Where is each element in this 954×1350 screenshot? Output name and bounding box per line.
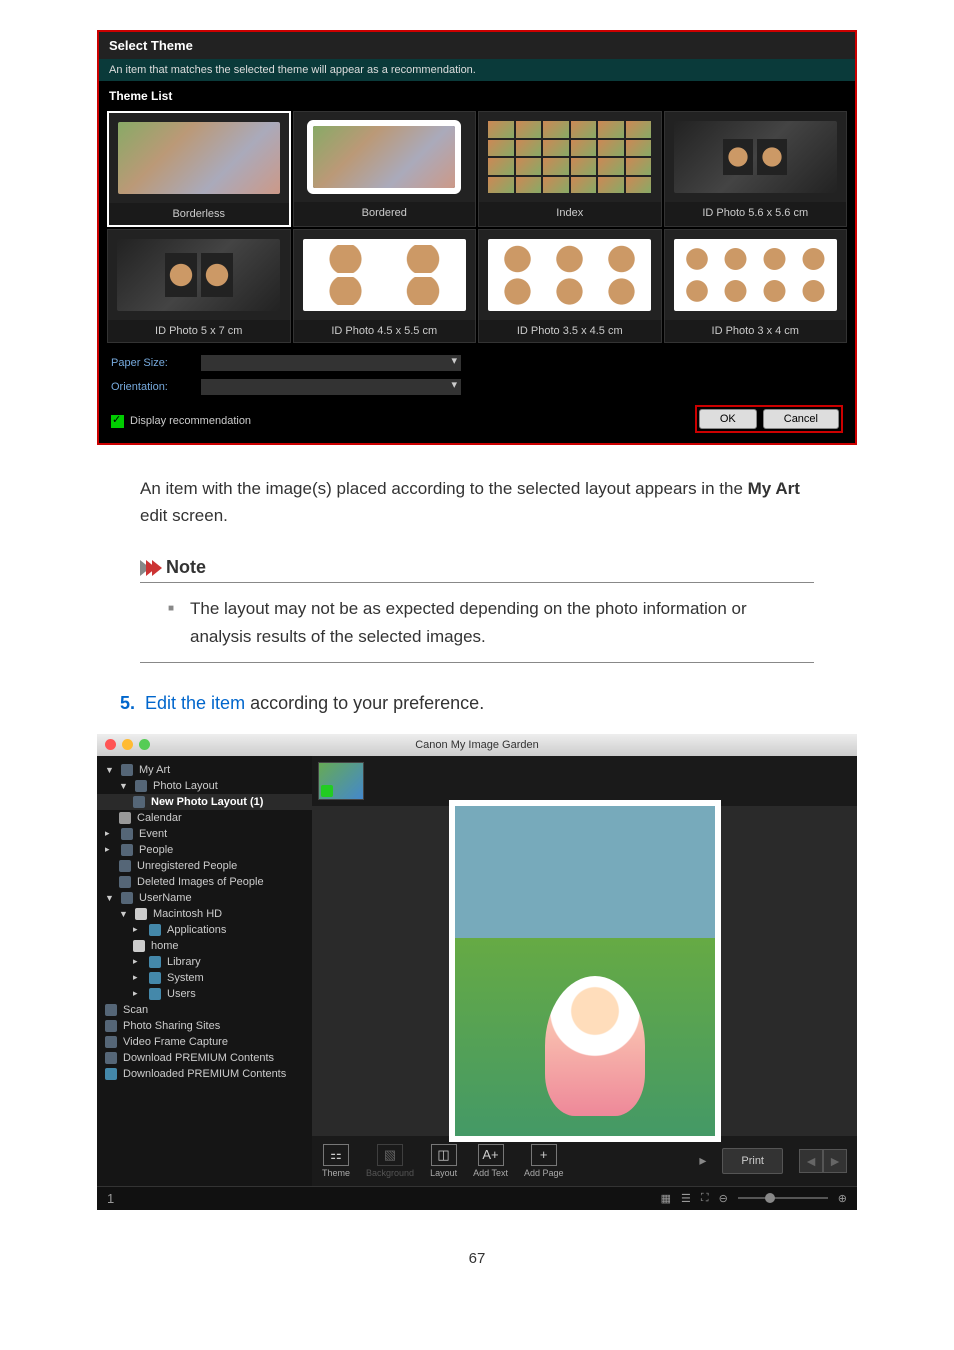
step-5: 5. Edit the item according to your prefe… xyxy=(120,693,894,714)
tree-unregistered[interactable]: Unregistered People xyxy=(97,858,312,874)
theme-bordered[interactable]: Bordered xyxy=(293,111,477,227)
toolbar: ⚏Theme ▧Background ◫Layout A+Add Text +A… xyxy=(312,1136,857,1186)
main-area: ⚏Theme ▧Background ◫Layout A+Add Text +A… xyxy=(312,756,857,1186)
add-text-tool[interactable]: A+Add Text xyxy=(473,1144,508,1178)
sidebar: ▼My Art ▼Photo Layout New Photo Layout (… xyxy=(97,756,312,1186)
theme-id45[interactable]: ID Photo 4.5 x 5.5 cm xyxy=(293,229,477,343)
theme-list-label: Theme List xyxy=(99,81,855,107)
zoom-slider[interactable] xyxy=(738,1197,828,1199)
fit-icon[interactable]: ⛶ xyxy=(701,1192,709,1205)
tree-photo-sharing[interactable]: Photo Sharing Sites xyxy=(97,1018,312,1034)
layout-tool[interactable]: ◫Layout xyxy=(430,1144,457,1178)
tree-system[interactable]: ▸System xyxy=(97,970,312,986)
next-page-button[interactable]: ► xyxy=(823,1149,847,1173)
display-rec-checkbox[interactable] xyxy=(111,415,124,428)
theme-tool[interactable]: ⚏Theme xyxy=(322,1144,350,1178)
theme-id35[interactable]: ID Photo 3.5 x 4.5 cm xyxy=(478,229,662,343)
zoom-out-icon[interactable]: ⊖ xyxy=(719,1192,728,1205)
theme-borderless[interactable]: Borderless xyxy=(107,111,291,227)
orientation-row: Orientation: xyxy=(99,375,855,399)
display-recommendation-row[interactable]: Display recommendation xyxy=(99,409,263,434)
add-page-tool[interactable]: +Add Page xyxy=(524,1144,564,1178)
tree-applications[interactable]: ▸Applications xyxy=(97,922,312,938)
display-rec-label: Display recommendation xyxy=(130,415,251,427)
result-paragraph: An item with the image(s) placed accordi… xyxy=(140,475,814,529)
tree-users[interactable]: ▸Users xyxy=(97,986,312,1002)
tree-downloaded-premium[interactable]: Downloaded PREMIUM Contents xyxy=(97,1066,312,1082)
theme-id34[interactable]: ID Photo 3 x 4 cm xyxy=(664,229,848,343)
note-box: Note The layout may not be as expected d… xyxy=(140,553,814,662)
page-indicator: 1 xyxy=(107,1191,114,1206)
note-arrows-icon xyxy=(140,560,158,576)
tree-scan[interactable]: Scan xyxy=(97,1002,312,1018)
paper-size-row: Paper Size: xyxy=(99,351,855,375)
dialog-subtitle: An item that matches the selected theme … xyxy=(99,59,855,81)
zoom-in-icon[interactable]: ⊕ xyxy=(838,1192,847,1205)
tree-event[interactable]: ▸Event xyxy=(97,826,312,842)
tree-photo-layout[interactable]: ▼Photo Layout xyxy=(97,778,312,794)
edit-item-link[interactable]: Edit the item xyxy=(145,693,245,713)
tree-people[interactable]: ▸People xyxy=(97,842,312,858)
tree-home[interactable]: home xyxy=(97,938,312,954)
note-title: Note xyxy=(166,557,206,578)
note-item: The layout may not be as expected depend… xyxy=(168,595,804,649)
window-title: Canon My Image Garden xyxy=(97,739,857,751)
paper-size-select[interactable] xyxy=(201,355,461,371)
canvas[interactable] xyxy=(312,806,857,1136)
view-list-icon[interactable]: ☰ xyxy=(681,1192,691,1205)
page-number: 67 xyxy=(60,1250,894,1267)
tree-library[interactable]: ▸Library xyxy=(97,954,312,970)
titlebar: Canon My Image Garden xyxy=(97,734,857,756)
view-grid-icon[interactable]: ▦ xyxy=(661,1192,671,1205)
tree-new-photo-layout[interactable]: New Photo Layout (1) xyxy=(97,794,312,810)
tree-my-art[interactable]: ▼My Art xyxy=(97,762,312,778)
status-bar: 1 ▦ ☰ ⛶ ⊖ ⊕ xyxy=(97,1186,857,1210)
dialog-title: Select Theme xyxy=(99,32,855,59)
image-garden-window: Canon My Image Garden ▼My Art ▼Photo Lay… xyxy=(97,734,857,1210)
tree-username[interactable]: ▼UserName xyxy=(97,890,312,906)
tree-deleted[interactable]: Deleted Images of People xyxy=(97,874,312,890)
print-button[interactable]: Print xyxy=(722,1148,783,1174)
prev-page-button[interactable]: ◄ xyxy=(799,1149,823,1173)
orientation-label: Orientation: xyxy=(111,381,201,393)
theme-index[interactable]: Index xyxy=(478,111,662,227)
theme-id57[interactable]: ID Photo 5 x 7 cm xyxy=(107,229,291,343)
tree-calendar[interactable]: Calendar xyxy=(97,810,312,826)
tree-video-frame[interactable]: Video Frame Capture xyxy=(97,1034,312,1050)
step-text: according to your preference. xyxy=(245,693,484,713)
theme-grid: Borderless Bordered Index ID Photo 5.6 x… xyxy=(99,107,855,351)
cancel-button[interactable]: Cancel xyxy=(763,409,839,429)
expand-icon[interactable]: ▸ xyxy=(699,1152,706,1169)
background-tool[interactable]: ▧Background xyxy=(366,1144,414,1178)
thumbnail-strip xyxy=(312,756,857,806)
tree-macintosh-hd[interactable]: ▼Macintosh HD xyxy=(97,906,312,922)
select-theme-dialog: Select Theme An item that matches the se… xyxy=(97,30,857,445)
step-number: 5. xyxy=(120,693,135,714)
photo-preview[interactable] xyxy=(455,806,715,1136)
ok-button[interactable]: OK xyxy=(699,409,757,429)
orientation-select[interactable] xyxy=(201,379,461,395)
theme-id56[interactable]: ID Photo 5.6 x 5.6 cm xyxy=(664,111,848,227)
tree-download-premium[interactable]: Download PREMIUM Contents xyxy=(97,1050,312,1066)
paper-size-label: Paper Size: xyxy=(111,357,201,369)
source-thumbnail[interactable] xyxy=(318,762,364,800)
